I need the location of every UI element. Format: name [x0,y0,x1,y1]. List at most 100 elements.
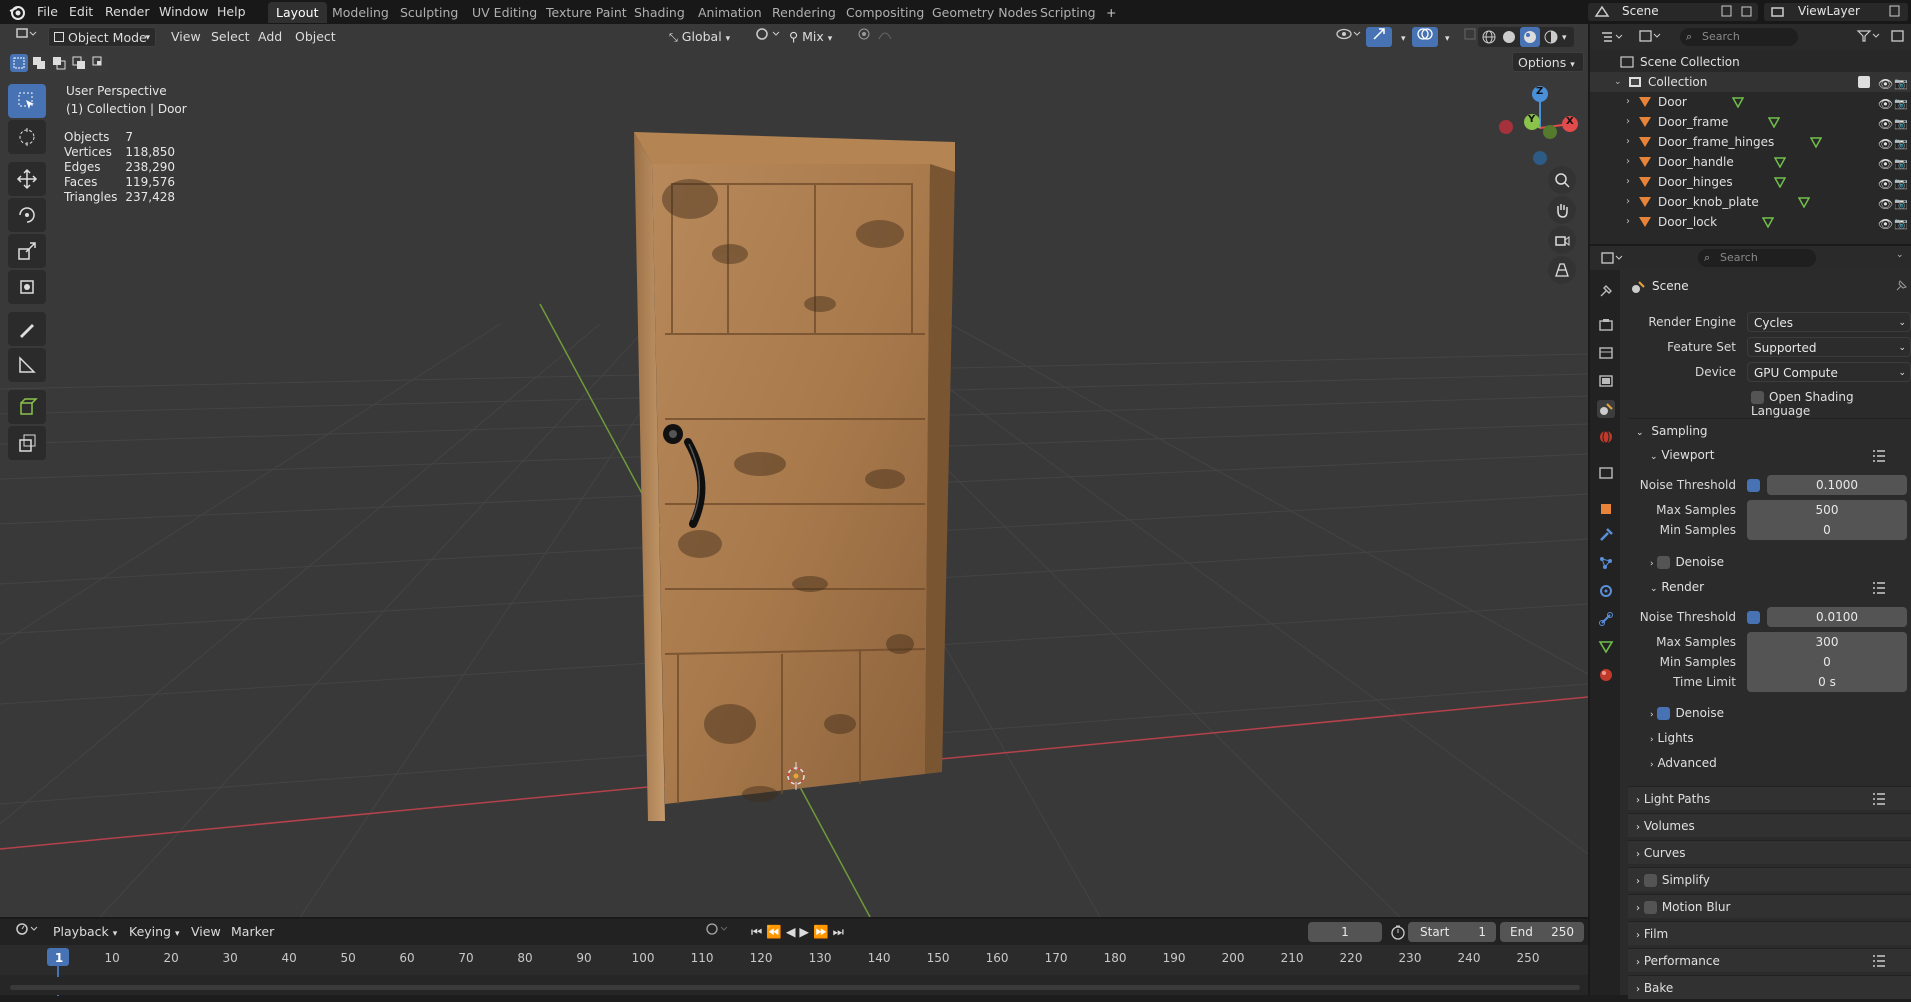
tab-uv-editing[interactable]: UV Editing [464,2,545,23]
r-denoise-panel[interactable]: › Denoise [1650,706,1724,720]
tab-compositing[interactable]: Compositing [838,2,932,23]
menu-timeline-view[interactable]: View [186,922,226,942]
chevron-right-icon[interactable]: › [1626,132,1630,152]
tab-shading[interactable]: Shading [626,2,693,23]
section-motion-blur[interactable]: › Motion Blur [1628,894,1911,918]
select-subtract-icon[interactable] [50,54,68,72]
next-keyframe-icon[interactable]: ⏩ [813,924,829,939]
solid-shading-icon[interactable] [1502,30,1516,44]
timeline-editor-type-icon[interactable] [10,922,46,942]
r-time-field[interactable]: 0 s [1747,672,1907,692]
tab-rendering[interactable]: Rendering [764,2,844,23]
menu-select[interactable]: Select [206,27,255,47]
navigation-gizmo[interactable]: Z X Y [1490,84,1580,168]
play-reverse-icon[interactable]: ◀ [786,924,796,939]
chevron-right-icon[interactable]: › [1626,92,1630,112]
overlays-toggle-icon[interactable] [1412,27,1438,47]
section-sampling[interactable]: ⌄ Sampling [1628,418,1911,442]
eye-icon[interactable]: 👁 [1878,174,1893,194]
camera-icon[interactable]: 📷 [1894,194,1908,214]
chevron-right-icon[interactable]: › [1626,152,1630,172]
delete-scene-icon[interactable] [1740,4,1754,18]
properties-search-input[interactable]: ⌕ Search [1698,249,1816,267]
pan-hand-icon[interactable] [1548,196,1576,224]
area-divider[interactable] [1588,24,1590,995]
select-extend-icon[interactable] [30,54,48,72]
world-tab-icon[interactable] [1597,428,1615,446]
tab-scripting[interactable]: Scripting [1032,2,1104,23]
timeline-body[interactable] [0,977,1588,995]
material-preview-icon[interactable] [1520,27,1540,47]
vp-max-field[interactable]: 500 [1747,500,1907,520]
rendered-shading-icon[interactable] [1544,30,1558,44]
vp-noise-checkbox[interactable] [1747,479,1760,492]
outliner-item[interactable]: › Door_hinges 👁 📷 [1590,172,1911,192]
auto-keying-icon[interactable] [700,922,736,942]
outliner-editor-type-icon[interactable] [1600,30,1626,44]
camera-icon[interactable]: 📷 [1894,134,1908,154]
select-box-tool-icon[interactable] [8,84,46,118]
vp-min-field[interactable]: 0 [1747,520,1907,540]
menu-add[interactable]: Add [253,27,287,47]
outliner-search-input[interactable]: ⌕ Search [1680,28,1798,46]
section-light-paths[interactable]: › Light Paths [1628,786,1911,810]
door-model[interactable] [634,132,955,821]
section-film[interactable]: › Film [1628,921,1911,945]
current-frame-field[interactable]: 1 [1308,922,1382,942]
camera-icon[interactable]: 📷 [1894,74,1908,94]
r-noise-checkbox[interactable] [1747,611,1760,624]
jump-end-icon[interactable]: ⏭ [833,924,844,939]
menu-window[interactable]: Window [154,3,213,21]
camera-view-icon[interactable] [1548,226,1576,254]
cursor-tool-icon[interactable] [8,120,46,154]
tab-layout[interactable]: Layout [268,2,327,23]
menu-help[interactable]: Help [212,3,251,21]
outliner-item[interactable]: › Door 👁 📷 [1590,92,1911,112]
r-noise-field[interactable]: 0.0100 [1767,607,1907,627]
advanced-panel[interactable]: › Advanced [1650,756,1717,770]
eye-icon[interactable]: 👁 [1878,194,1893,214]
chevron-down-icon[interactable]: ⌄ [1614,72,1622,92]
eye-icon[interactable]: 👁 [1878,94,1893,114]
end-frame-field[interactable]: End 250 [1500,922,1584,942]
exclude-checkbox[interactable] [1858,76,1870,88]
section-simplify[interactable]: › Simplify [1628,867,1911,891]
proportional-editing-icon[interactable] [852,27,902,47]
chevron-right-icon[interactable]: › [1626,112,1630,132]
outliner-item[interactable]: › Door_frame_hinges 👁 📷 [1590,132,1911,152]
menu-keying[interactable]: Keying ▾ [124,922,185,942]
display-mode-icon[interactable] [1638,29,1664,43]
tab-sculpting[interactable]: Sculpting [392,2,466,23]
options-dropdown[interactable]: Options ▾ [1512,52,1584,72]
lights-panel[interactable]: › Lights [1650,731,1694,745]
3d-viewport[interactable] [0,24,1588,917]
chevron-right-icon[interactable]: › [1626,172,1630,192]
transform-orientation-dropdown[interactable]: ⤡ Global ▾ [664,27,735,47]
vp-denoise-panel[interactable]: › Denoise [1650,555,1724,569]
checkbox-icon[interactable] [1643,874,1657,887]
outliner-scene-collection[interactable]: Scene Collection [1590,52,1911,72]
select-invert-icon[interactable] [70,54,88,72]
shading-dropdown-icon[interactable]: ▾ [1562,28,1567,48]
presets-list-icon[interactable] [1871,581,1887,595]
timeline-ruler[interactable]: 1 10 20 30 40 50 60 70 80 90 100 110 120 130 140 150 160… [0,945,1588,996]
camera-icon[interactable]: 📷 [1894,114,1908,134]
menu-playback[interactable]: Playback ▾ [48,922,122,942]
mode-dropdown[interactable]: Object Mode ▾ [48,27,156,47]
pin-icon[interactable] [1894,279,1908,293]
tab-geometry-nodes[interactable]: Geometry Nodes [924,2,1045,23]
outliner-item[interactable]: › Door_knob_plate 👁 📷 [1590,192,1911,212]
checkbox-icon[interactable] [1643,901,1657,914]
camera-icon[interactable]: 📷 [1894,214,1908,234]
play-icon[interactable]: ▶ [799,924,809,939]
menu-edit[interactable]: Edit [64,3,98,21]
gizmo-dropdown-icon[interactable]: ▾ [1396,27,1411,47]
presets-list-icon[interactable] [1871,954,1887,968]
pivot-point-icon[interactable] [750,27,788,47]
camera-icon[interactable]: 📷 [1894,174,1908,194]
rotate-tool-icon[interactable] [8,198,46,232]
menu-file[interactable]: File [32,3,63,21]
eye-icon[interactable]: 👁 [1878,74,1893,94]
area-divider[interactable] [1590,244,1911,246]
eye-icon[interactable]: 👁 [1878,134,1893,154]
